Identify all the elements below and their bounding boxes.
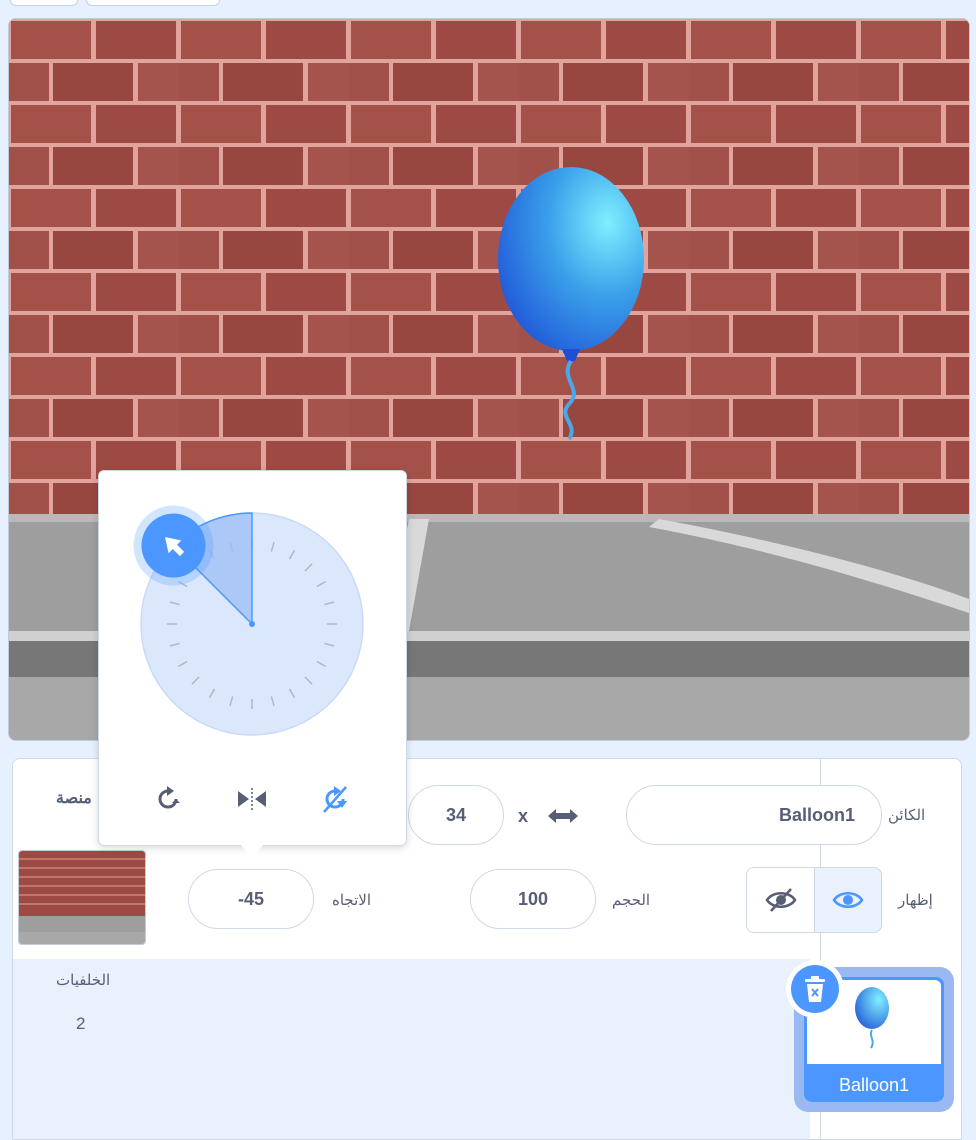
x-position-input[interactable]: 34 (408, 785, 504, 845)
direction-label: الاتجاه (332, 892, 372, 909)
dont-rotate-icon (323, 786, 347, 813)
brick-wall (9, 19, 969, 514)
sprite-name-input[interactable]: Balloon1 (626, 785, 882, 845)
x-label: x (518, 806, 529, 826)
size-input[interactable]: 100 (470, 869, 596, 929)
left-right-rotation-button[interactable] (234, 781, 270, 817)
show-label: إظهار (898, 892, 933, 909)
trash-icon (805, 976, 825, 1002)
eye-slash-icon (764, 888, 797, 912)
x-position-icon (546, 806, 580, 831)
direction-value: -45 (237, 888, 264, 909)
stage-title: منصة (56, 790, 92, 807)
eye-icon (832, 892, 864, 908)
sprite-list-area (13, 959, 810, 1139)
direction-input[interactable]: -45 (188, 869, 314, 929)
dont-rotate-button[interactable] (317, 781, 353, 817)
size-label: الحجم (612, 892, 651, 909)
show-sprite-button[interactable] (814, 867, 882, 933)
direction-handle[interactable] (133, 505, 214, 586)
direction-popup (98, 470, 407, 846)
backdrop-thumbnail[interactable] (18, 850, 146, 945)
backdrops-count: 2 (76, 1014, 86, 1033)
top-edge-button-1[interactable] (10, 0, 78, 6)
all-around-rotation-button[interactable] (150, 781, 186, 817)
popup-pointer (240, 844, 264, 858)
hide-sprite-button[interactable] (746, 867, 815, 933)
top-edge-button-2[interactable] (86, 0, 220, 6)
direction-dial[interactable] (99, 471, 406, 771)
rotate-all-around-icon (158, 786, 180, 809)
sprite-thumbnail-name: Balloon1 (838, 1075, 910, 1095)
sprite-name-label: الكائن (888, 807, 926, 824)
flip-left-right-icon (238, 788, 266, 810)
delete-sprite-button[interactable] (786, 960, 844, 1018)
backdrops-label: الخلفيات (56, 972, 111, 989)
